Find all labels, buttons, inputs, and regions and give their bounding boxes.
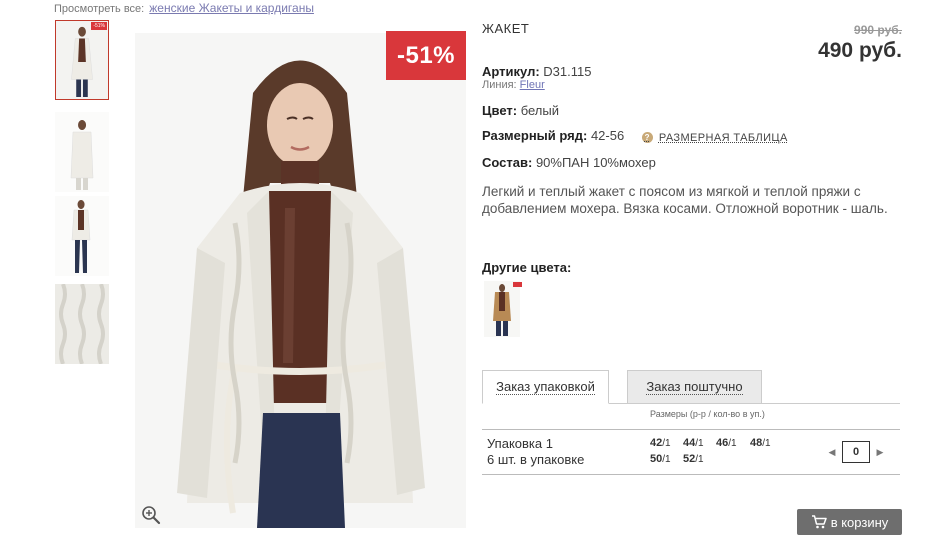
question-icon: ?: [641, 132, 653, 143]
divider: [482, 429, 900, 430]
zoom-in-icon[interactable]: [140, 504, 162, 526]
add-to-cart-label: в корзину: [830, 514, 889, 530]
size-item: 50/1: [650, 453, 671, 465]
line-link[interactable]: Fleur: [520, 79, 545, 91]
pack-name: Упаковка 1: [487, 436, 553, 451]
quantity-input[interactable]: 0: [842, 441, 870, 463]
size-qty: /1: [762, 438, 771, 449]
sizes-header: Размеры (р-р / кол-во в уп.): [650, 409, 765, 419]
breadcrumb: Просмотреть все: женские Жакеты и кардиг…: [54, 1, 314, 15]
sale-badge: -51%: [386, 31, 466, 80]
size-value: 46: [716, 437, 729, 449]
order-tabs: Заказ упаковкой Заказ поштучно: [482, 370, 900, 404]
product-title: ЖАКЕТ: [482, 21, 530, 36]
pack-count: 6 шт. в упаковке: [487, 452, 585, 467]
color-value: белый: [520, 103, 559, 118]
size-table-label: РАЗМЕРНАЯ ТАБЛИЦА: [658, 131, 788, 144]
size-value: 44: [683, 437, 696, 449]
size-range-label: Размерный ряд:: [482, 128, 588, 143]
breadcrumb-category-link[interactable]: женские Жакеты и кардиганы: [149, 1, 314, 15]
old-price: 990 руб.: [854, 23, 902, 37]
size-qty: /1: [695, 438, 704, 449]
size-qty: /1: [728, 438, 737, 449]
color-row: Цвет: белый: [482, 103, 559, 118]
size-value: 42: [650, 437, 663, 449]
thumbnail-side[interactable]: [55, 196, 109, 276]
product-description: Легкий и теплый жакет с поясом из мягкой…: [482, 184, 888, 216]
thumbnail-front[interactable]: -51%: [55, 20, 109, 100]
other-color-swatch[interactable]: [484, 281, 522, 337]
size-table-link[interactable]: ? РАЗМЕРНАЯ ТАБЛИЦА: [641, 131, 788, 144]
new-price: 490 руб.: [818, 39, 902, 62]
composition-value: 90%ПАН 10%мохер: [535, 155, 656, 170]
main-product-image[interactable]: [135, 33, 466, 528]
size-item: 48/1: [750, 437, 771, 449]
tab-order-by-piece-label: Заказ поштучно: [646, 379, 743, 395]
color-label: Цвет:: [482, 103, 518, 118]
quantity-stepper: ◀ 0 ▶: [827, 441, 885, 463]
composition-row: Состав: 90%ПАН 10%мохер: [482, 155, 656, 170]
size-value: 50: [650, 453, 663, 465]
tab-order-by-piece[interactable]: Заказ поштучно: [627, 370, 762, 404]
line-row: Линия: Fleur: [482, 79, 545, 91]
thumbnail-sale-badge: -51%: [91, 22, 107, 30]
article-row: Артикул: D31.115: [482, 64, 591, 79]
other-colors-label: Другие цвета:: [482, 260, 572, 275]
article-value: D31.115: [543, 64, 592, 79]
size-range-value: 42-56: [590, 128, 625, 143]
line-label: Линия:: [482, 79, 517, 91]
tab-order-by-pack-label: Заказ упаковкой: [496, 379, 595, 395]
thumbnail-texture[interactable]: [55, 284, 109, 364]
size-item: 44/1: [683, 437, 704, 449]
size-qty: /1: [695, 454, 704, 465]
size-value: 52: [683, 453, 696, 465]
size-item: 42/1: [650, 437, 671, 449]
thumbnail-back[interactable]: [55, 112, 109, 192]
article-label: Артикул:: [482, 64, 540, 79]
swatch-sale-badge: [513, 282, 522, 287]
divider: [482, 474, 900, 475]
size-range-row: Размерный ряд: 42-56 ? РАЗМЕРНАЯ ТАБЛИЦА: [482, 128, 788, 144]
tab-order-by-pack[interactable]: Заказ упаковкой: [482, 370, 609, 404]
composition-label: Состав:: [482, 155, 533, 170]
size-value: 48: [750, 437, 763, 449]
size-qty: /1: [662, 438, 671, 449]
add-to-cart-button[interactable]: в корзину: [797, 509, 902, 535]
size-item: 46/1: [716, 437, 737, 449]
decrease-arrow-icon[interactable]: ◀: [827, 441, 837, 463]
breadcrumb-prefix: Просмотреть все:: [54, 3, 145, 15]
size-qty: /1: [662, 454, 671, 465]
size-item: 52/1: [683, 453, 704, 465]
increase-arrow-icon[interactable]: ▶: [875, 441, 885, 463]
cart-icon: [811, 515, 827, 529]
